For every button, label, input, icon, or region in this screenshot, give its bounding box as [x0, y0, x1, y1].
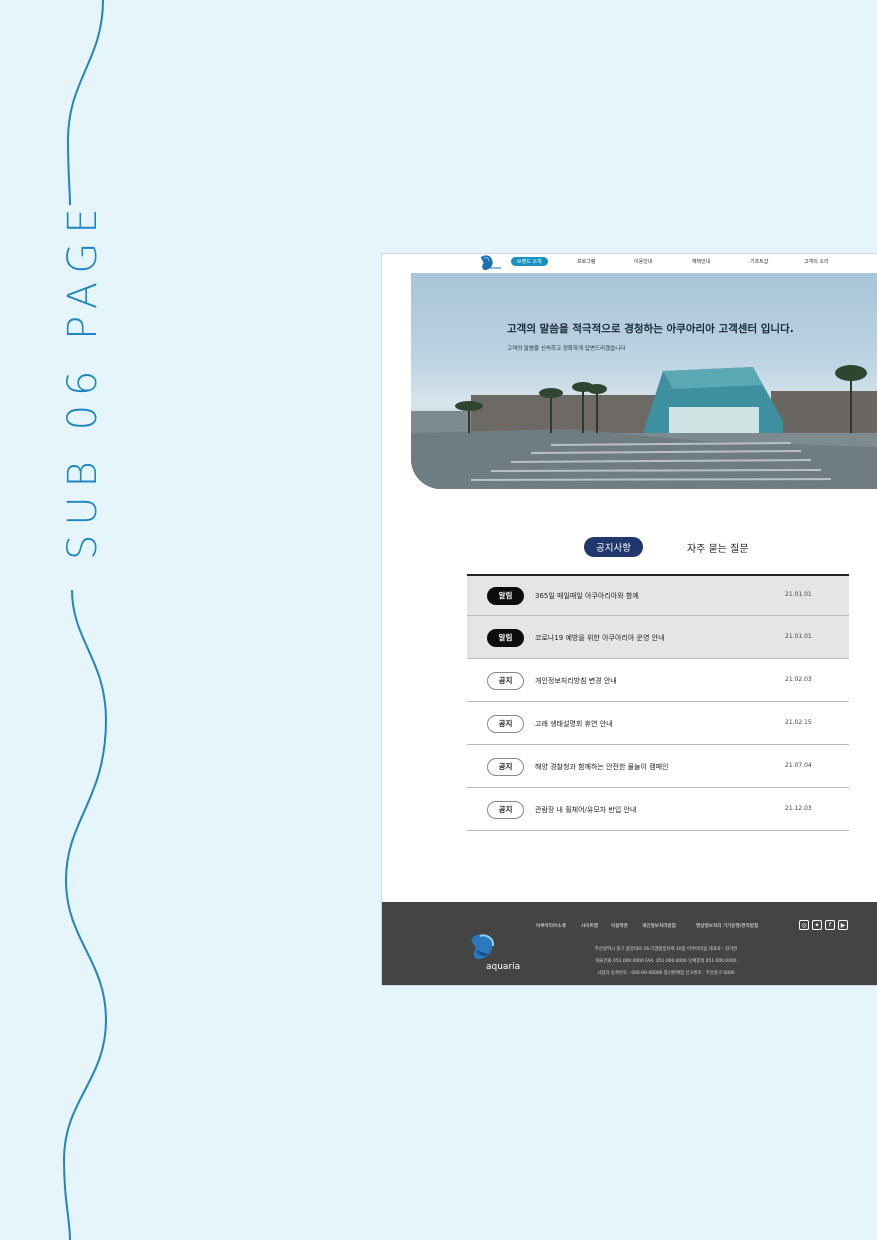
- footer-address: 부산광역시 중구 중앙대로 26 디엠중앙타워 10층 아쿠아리움 대표자 : …: [594, 947, 738, 952]
- youtube-icon[interactable]: ▶: [838, 920, 848, 930]
- notice-title[interactable]: 고래 생태설명회 휴연 안내: [535, 719, 613, 729]
- notice-row[interactable]: 공지 고래 생태설명회 휴연 안내 21.02.15: [467, 702, 849, 745]
- page-mockup: 브랜드 소개 프로그램 이용안내 혜택안내 기프트샵 고객의 소리 고객의 말씀…: [381, 253, 877, 986]
- notice-title[interactable]: 해양 경찰청과 함께하는 안전한 물놀이 캠페인: [535, 762, 669, 772]
- notice-date: 21.02.03: [785, 676, 812, 683]
- footer-link-about[interactable]: 아쿠아리아소개: [536, 923, 566, 929]
- hero-headline: 고객의 말씀을 적극적으로 경청하는 아쿠아리아 고객센터 입니다.: [507, 323, 794, 335]
- footer-registration: 사업자 등록번호 : 000-00-00000 통신판매업 신고번호 : 부산중…: [597, 971, 735, 976]
- svg-text:aquaria: aquaria: [486, 962, 520, 972]
- nav-item-giftshop[interactable]: 기프트샵: [750, 258, 768, 265]
- hero-building-image: [411, 365, 877, 489]
- side-title: SUB 06 PAGE: [60, 199, 106, 560]
- footer-link-privacy[interactable]: 개인정보처리방침: [642, 923, 676, 929]
- notice-badge: 공지: [487, 715, 524, 733]
- notice-row[interactable]: 공지 관람장 내 휠체어/유모차 반입 안내 21.12.03: [467, 788, 849, 831]
- footer-link-cctv[interactable]: 영상정보처리 기기운영/관리방침: [696, 923, 758, 929]
- tab-faq[interactable]: 자주 묻는 질문: [687, 540, 749, 555]
- aquaria-logo[interactable]: aquaria: [466, 932, 524, 974]
- nav-item-benefits[interactable]: 혜택안내: [692, 258, 710, 265]
- notice-title[interactable]: 관람장 내 휠체어/유모차 반입 안내: [535, 805, 636, 815]
- notice-badge: 알림: [487, 587, 524, 605]
- aquaria-logo-small[interactable]: [477, 254, 503, 273]
- wave-line-decoration: [62, 0, 108, 1240]
- notice-row[interactable]: 알림 365일 매일매일 아쿠아리아와 함께 21.01.01: [467, 576, 849, 616]
- footer-link-sitemap[interactable]: 사이트맵: [581, 923, 598, 929]
- notice-row[interactable]: 알림 코로나19 예방을 위한 아쿠아리아 운영 안내 21.01.01: [467, 616, 849, 659]
- notice-badge: 공지: [487, 672, 524, 690]
- nav-item-brand[interactable]: 브랜드 소개: [511, 257, 548, 266]
- instagram-icon[interactable]: ◎: [799, 920, 809, 930]
- notice-date: 21.02.15: [785, 719, 812, 726]
- notice-date: 21.07.04: [785, 762, 812, 769]
- nav-item-program[interactable]: 프로그램: [577, 258, 595, 265]
- notice-badge: 공지: [487, 801, 524, 819]
- site-footer: aquaria 아쿠아리아소개 사이트맵 이용약관 개인정보처리방침 영상정보처…: [382, 902, 877, 985]
- nav-item-guide[interactable]: 이용안내: [634, 258, 652, 265]
- top-nav: 브랜드 소개 프로그램 이용안내 혜택안내 기프트샵 고객의 소리: [382, 254, 877, 274]
- notice-tabs: 공지사항 자주 묻는 질문: [382, 537, 877, 561]
- hero-subtext: 고객의 말씀을 신속하고 정확하게 답변드리겠습니다: [507, 346, 626, 352]
- notice-row[interactable]: 공지 해양 경찰청과 함께하는 안전한 물놀이 캠페인 21.07.04: [467, 745, 849, 788]
- footer-contact: 대표전화 051.000.0000 FAX. 051.000.0000 단체문의…: [595, 959, 737, 964]
- notice-title[interactable]: 365일 매일매일 아쿠아리아와 함께: [535, 591, 639, 601]
- notice-row[interactable]: 공지 개인정보처리방침 변경 안내 21.02.03: [467, 659, 849, 702]
- notice-badge: 알림: [487, 629, 524, 647]
- notice-badge: 공지: [487, 758, 524, 776]
- notice-title[interactable]: 코로나19 예방을 위한 아쿠아리아 운영 안내: [535, 633, 665, 643]
- notice-title[interactable]: 개인정보처리방침 변경 안내: [535, 676, 617, 686]
- footer-link-terms[interactable]: 이용약관: [611, 923, 628, 929]
- notice-list: 알림 365일 매일매일 아쿠아리아와 함께 21.01.01 알림 코로나19…: [467, 574, 849, 831]
- tab-notice[interactable]: 공지사항: [584, 537, 643, 557]
- notice-date: 21.12.03: [785, 805, 812, 812]
- nav-item-voice[interactable]: 고객의 소리: [804, 258, 829, 265]
- notice-date: 21.01.01: [785, 633, 812, 640]
- hero-banner: 고객의 말씀을 적극적으로 경청하는 아쿠아리아 고객센터 입니다. 고객의 말…: [411, 273, 877, 489]
- facebook-icon[interactable]: f: [825, 920, 835, 930]
- twitter-icon[interactable]: ✦: [812, 920, 822, 930]
- notice-date: 21.01.01: [785, 591, 812, 598]
